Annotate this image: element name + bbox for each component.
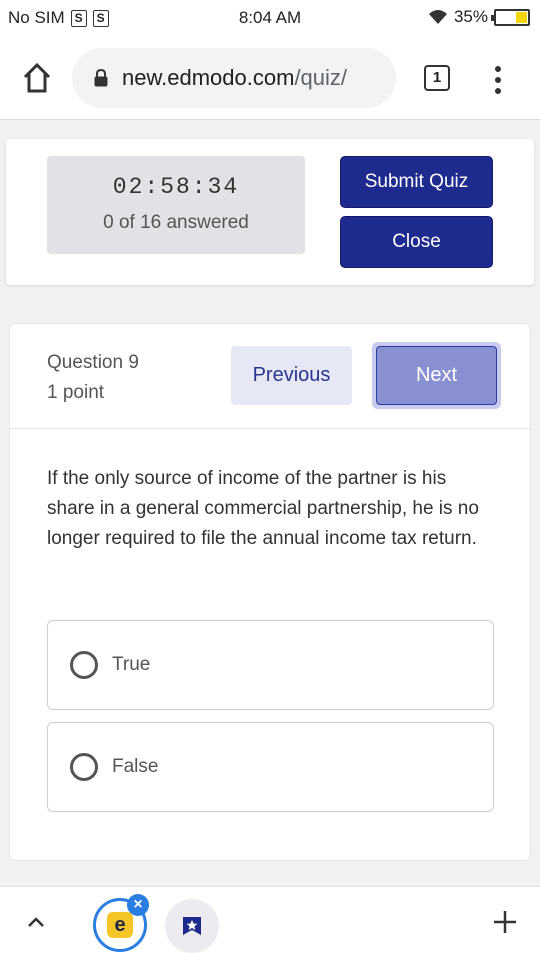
plus-icon[interactable] (490, 907, 520, 937)
close-button[interactable]: Close (340, 216, 493, 268)
edmodo-logo-icon: e (107, 912, 133, 938)
url-text: new.edmodo.com/quiz/ (122, 65, 347, 91)
answer-option-false[interactable]: False (47, 722, 494, 812)
timer-panel: 02:58:34 0 of 16 answered (47, 156, 305, 254)
previous-button[interactable]: Previous (231, 346, 352, 405)
quiz-timer: 02:58:34 (112, 174, 240, 200)
question-header: Question 9 1 point Previous Next (10, 324, 530, 429)
bookmark-tab[interactable] (165, 899, 219, 953)
battery-icon (491, 8, 530, 26)
bottom-tab-bar: e × (0, 886, 540, 960)
submit-quiz-button[interactable]: Submit Quiz (340, 156, 493, 208)
battery-percent: 35% (453, 7, 488, 26)
status-right: 35% (428, 7, 530, 27)
status-bar: No SIM S S 8:04 AM 35% (0, 0, 540, 36)
question-meta: Question 9 1 point (47, 348, 139, 408)
browser-toolbar: new.edmodo.com/quiz/ 1 (0, 36, 540, 120)
quiz-header-card: 02:58:34 0 of 16 answered Submit Quiz Cl… (6, 139, 534, 285)
close-tab-icon[interactable]: × (127, 894, 149, 916)
question-text: If the only source of income of the part… (47, 468, 479, 549)
bookmark-star-icon (183, 917, 201, 935)
url-path: /quiz/ (294, 65, 348, 90)
address-bar[interactable]: new.edmodo.com/quiz/ (72, 48, 396, 108)
radio-button[interactable] (70, 651, 98, 679)
wifi-icon (428, 10, 447, 24)
question-card: Question 9 1 point Previous Next If the … (9, 323, 531, 861)
url-host: new.edmodo.com (122, 65, 295, 90)
chevron-up-icon[interactable] (26, 915, 46, 929)
lock-icon (94, 69, 108, 87)
option-label: True (112, 654, 151, 675)
next-button[interactable]: Next (372, 342, 501, 409)
answered-count: 0 of 16 answered (103, 212, 249, 233)
overflow-menu-icon[interactable] (494, 66, 502, 94)
radio-button[interactable] (70, 753, 98, 781)
question-number: Question 9 (47, 352, 139, 373)
tab-switcher-button[interactable]: 1 (424, 65, 450, 91)
answer-option-true[interactable]: True (47, 620, 494, 710)
home-icon[interactable] (22, 62, 52, 94)
next-button-label: Next (376, 346, 497, 405)
option-label: False (112, 756, 159, 777)
question-points: 1 point (47, 382, 105, 403)
battery-fill (515, 11, 527, 23)
